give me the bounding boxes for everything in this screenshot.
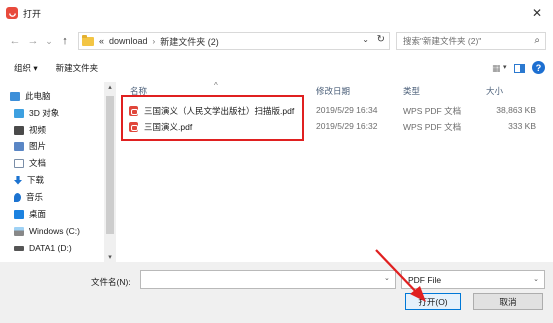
organize-button[interactable]: 组织 ▾ (14, 62, 38, 74)
sidebar-item-pictures[interactable]: 图片 (14, 139, 46, 153)
column-header-type[interactable]: 类型 (403, 85, 420, 97)
sidebar-scrollbar[interactable]: ▴ ▾ (104, 82, 116, 262)
sidebar-item-videos[interactable]: 视频 (14, 123, 46, 137)
sidebar-item-music[interactable]: 音乐 (14, 190, 43, 204)
download-icon (14, 175, 22, 185)
wps-logo-icon (6, 7, 18, 19)
breadcrumb-current-folder[interactable]: 新建文件夹 (2) (160, 35, 219, 48)
file-date: 2019/5/29 16:32 (316, 121, 378, 131)
breadcrumb-download[interactable]: download (109, 36, 148, 46)
sidebar-item-label: 3D 对象 (29, 108, 60, 118)
sidebar-item-label: 此电脑 (25, 91, 51, 101)
video-icon (14, 125, 24, 135)
column-header-date[interactable]: 修改日期 (316, 85, 350, 97)
desktop-icon (14, 209, 24, 219)
window-title: 打开 (23, 8, 42, 19)
file-size: 333 KB (508, 121, 536, 131)
search-input[interactable]: 搜索"新建文件夹 (2)" ⌕ (396, 32, 546, 50)
sidebar-item-data1-drive[interactable]: DATA1 (D:) (14, 241, 72, 255)
sidebar-item-windows-drive[interactable]: Windows (C:) (14, 224, 80, 238)
filetype-select[interactable]: PDF File ⌄ (401, 270, 545, 289)
sidebar-item-label: 下载 (27, 175, 45, 185)
file-size: 38,863 KB (496, 105, 536, 115)
sidebar-item-downloads[interactable]: 下载 (14, 173, 44, 187)
forward-arrow-icon[interactable]: → (26, 33, 40, 49)
title-bar: 打开 (0, 0, 553, 26)
filename-input[interactable] (140, 270, 396, 289)
breadcrumb-overflow[interactable]: « (99, 36, 104, 46)
sidebar-item-label: 视频 (29, 125, 47, 135)
sidebar-item-label: 音乐 (26, 192, 44, 202)
sidebar-item-3d-objects[interactable]: 3D 对象 (14, 106, 59, 120)
scroll-down-icon[interactable]: ▾ (104, 252, 116, 262)
sidebar-item-documents[interactable]: 文档 (14, 156, 46, 170)
picture-icon (14, 141, 24, 151)
help-icon[interactable]: ? (532, 61, 545, 74)
navigation-pane: 此电脑 3D 对象 视频 图片 文档 下载 音乐 桌面 Windows (C:)… (0, 82, 116, 262)
sidebar-item-label: DATA1 (D:) (29, 243, 72, 253)
sidebar-item-label: Windows (C:) (29, 226, 81, 236)
command-toolbar: 组织 ▾ 新建文件夹 (0, 58, 553, 78)
preview-pane-icon[interactable] (514, 64, 525, 73)
view-options-icon[interactable]: ▦ (492, 63, 501, 74)
navigation-bar: ← → ⌄ ↑ « download › 新建文件夹 (2) ⌄ ↻ 搜索"新建… (0, 30, 553, 52)
back-arrow-icon[interactable]: ← (8, 33, 22, 49)
scrollbar-thumb[interactable] (106, 96, 114, 234)
address-bar[interactable]: « download › 新建文件夹 (2) ⌄ ↻ (78, 32, 390, 50)
filetype-value: PDF File (408, 274, 442, 285)
new-folder-button[interactable]: 新建文件夹 (56, 62, 99, 74)
sidebar-item-desktop[interactable]: 桌面 (14, 207, 46, 221)
up-arrow-icon[interactable]: ↑ (58, 33, 72, 49)
recent-locations-icon[interactable]: ⌄ (42, 33, 56, 49)
computer-icon (10, 91, 20, 101)
file-type: WPS PDF 文档 (403, 106, 462, 116)
filename-dropdown-icon[interactable]: ⌄ (384, 274, 390, 282)
folder-icon (82, 34, 94, 46)
refresh-icon[interactable]: ↻ (377, 34, 385, 45)
column-header-size[interactable]: 大小 (486, 85, 503, 97)
open-button[interactable]: 打开(O) (405, 293, 461, 310)
sidebar-item-label: 桌面 (29, 209, 47, 219)
windows-drive-icon (14, 226, 24, 236)
file-type: WPS PDF 文档 (403, 122, 462, 132)
cube-icon (14, 108, 24, 118)
music-icon (14, 192, 21, 202)
breadcrumb-separator: › (152, 36, 156, 46)
sidebar-item-label: 图片 (29, 141, 47, 151)
address-dropdown-icon[interactable]: ⌄ (362, 35, 369, 44)
search-icon[interactable]: ⌕ (534, 35, 540, 46)
drive-icon (14, 245, 24, 251)
sidebar-item-label: 文档 (29, 158, 47, 168)
scroll-up-icon[interactable]: ▴ (104, 82, 116, 92)
document-icon (14, 158, 24, 168)
file-date: 2019/5/29 16:34 (316, 105, 378, 115)
close-button[interactable]: ✕ (529, 4, 545, 22)
sidebar-item-this-pc[interactable]: 此电脑 (10, 89, 51, 103)
filetype-dropdown-icon[interactable]: ⌄ (533, 275, 539, 283)
view-dropdown-icon[interactable]: ▾ (503, 63, 507, 71)
search-placeholder: 搜索"新建文件夹 (2)" (403, 36, 482, 46)
cancel-button[interactable]: 取消 (473, 293, 543, 310)
filename-label: 文件名(N): (91, 277, 131, 287)
annotation-highlight-box (121, 95, 304, 141)
